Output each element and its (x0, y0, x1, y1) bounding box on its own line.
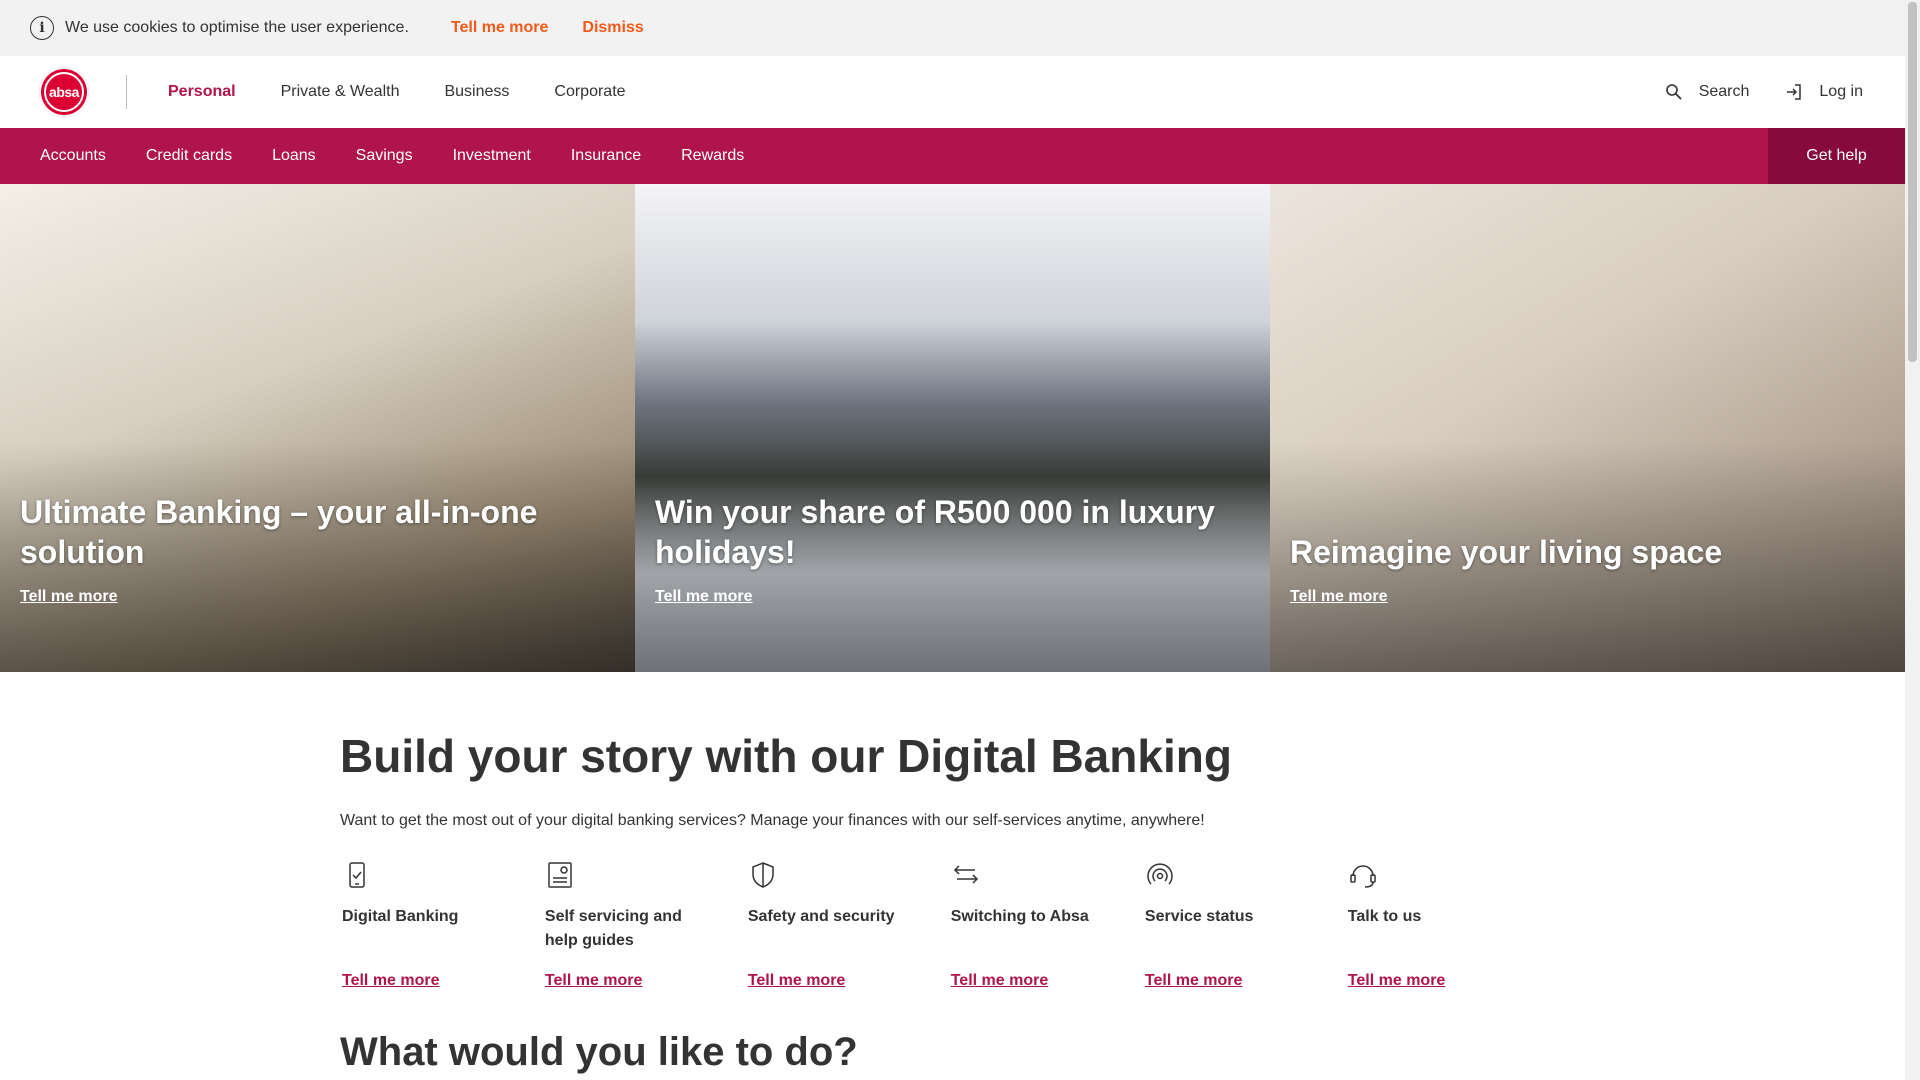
hero-panel-ultimate-banking[interactable]: Ultimate Banking – your all-in-one solut… (0, 184, 635, 672)
subnav-savings[interactable]: Savings (356, 147, 413, 165)
login-icon (1787, 84, 1802, 100)
get-help-button[interactable]: Get help (1768, 128, 1905, 184)
search-icon (1665, 84, 1682, 100)
cookie-message: We use cookies to optimise the user expe… (65, 19, 409, 36)
header-divider (126, 75, 127, 109)
nav-personal[interactable]: Personal (168, 83, 236, 101)
feature-title: Self servicing and help guides (544, 908, 682, 949)
feature-self-servicing: Self servicing and help guides Tell me m… (543, 860, 746, 1010)
hero-tell-more-link[interactable]: Tell me more (20, 588, 118, 606)
hero-carousel: Ultimate Banking – your all-in-one solut… (0, 184, 1905, 672)
phone-check-icon (349, 862, 365, 888)
hero-tell-more-link[interactable]: Tell me more (1290, 588, 1388, 606)
subnav-rewards[interactable]: Rewards (681, 147, 744, 165)
feature-switching: Switching to Absa Tell me more (949, 860, 1143, 1010)
feature-title: Safety and security (747, 908, 895, 925)
sub-nav: Accounts Credit cards Loans Savings Inve… (0, 128, 1905, 184)
guide-icon (548, 862, 572, 888)
search-button[interactable]: Search (1665, 83, 1750, 101)
header-actions: Search Log in (1665, 56, 1863, 128)
feature-digital-banking: Digital Banking Tell me more (340, 860, 543, 1010)
hero-title: Win your share of R500 000 in luxury hol… (655, 494, 1215, 570)
switch-arrows-icon (953, 865, 978, 884)
hero-panel-luxury-holidays[interactable]: Win your share of R500 000 in luxury hol… (635, 184, 1270, 672)
feature-title: Digital Banking (342, 908, 459, 925)
subnav-insurance[interactable]: Insurance (571, 147, 641, 165)
logo-text: absa (44, 72, 84, 112)
absa-logo[interactable]: absa (39, 67, 89, 117)
feature-title: Talk to us (1347, 908, 1422, 925)
page-scrollbar[interactable] (1905, 0, 1920, 1080)
search-label: Search (1698, 83, 1750, 100)
nav-corporate[interactable]: Corporate (554, 83, 625, 101)
feature-title: Switching to Absa (950, 908, 1089, 925)
cookie-banner: i We use cookies to optimise the user ex… (0, 0, 1905, 56)
subnav-credit-cards[interactable]: Credit cards (146, 147, 232, 165)
site-header: absa Personal Private & Wealth Business … (0, 56, 1905, 128)
feature-tell-more-link[interactable]: Tell me more (1348, 972, 1446, 990)
section-lead: Want to get the most out of your digital… (340, 812, 1205, 829)
feature-talk-to-us: Talk to us Tell me more (1346, 860, 1540, 1010)
feature-tell-more-link[interactable]: Tell me more (342, 972, 440, 990)
subnav-investment[interactable]: Investment (453, 147, 531, 165)
hero-title: Reimagine your living space (1290, 534, 1723, 570)
hero-panel-living-space[interactable]: Reimagine your living space Tell me more (1270, 184, 1905, 672)
feature-tell-more-link[interactable]: Tell me more (1145, 972, 1243, 990)
signal-icon (1147, 863, 1173, 885)
feature-tell-more-link[interactable]: Tell me more (545, 972, 643, 990)
feature-service-status: Service status Tell me more (1143, 860, 1346, 1010)
section-heading-what-to-do: What would you like to do? (340, 1030, 858, 1074)
subnav-loans[interactable]: Loans (272, 147, 316, 165)
section-heading: Build your story with our Digital Bankin… (340, 730, 1232, 782)
login-label: Log in (1819, 83, 1863, 100)
feature-safety-security: Safety and security Tell me more (746, 860, 949, 1010)
cookie-tell-more-link[interactable]: Tell me more (451, 19, 549, 37)
cookie-dismiss-link[interactable]: Dismiss (582, 19, 643, 37)
headset-icon (1350, 865, 1376, 888)
digital-banking-section: Build your story with our Digital Bankin… (340, 672, 1540, 1080)
info-icon: i (30, 16, 54, 40)
main-nav: Personal Private & Wealth Business Corpo… (168, 56, 671, 128)
feature-tell-more-link[interactable]: Tell me more (951, 972, 1049, 990)
scrollbar-thumb[interactable] (1908, 2, 1917, 362)
login-button[interactable]: Log in (1785, 83, 1863, 101)
nav-business[interactable]: Business (444, 83, 509, 101)
hero-tell-more-link[interactable]: Tell me more (655, 588, 753, 606)
feature-list: Digital Banking Tell me more Self servic… (340, 860, 1540, 1010)
nav-private-wealth[interactable]: Private & Wealth (281, 83, 400, 101)
shield-icon (752, 862, 774, 888)
subnav-accounts[interactable]: Accounts (40, 147, 106, 165)
feature-title: Service status (1144, 908, 1254, 925)
feature-tell-more-link[interactable]: Tell me more (748, 972, 846, 990)
hero-title: Ultimate Banking – your all-in-one solut… (20, 494, 538, 570)
